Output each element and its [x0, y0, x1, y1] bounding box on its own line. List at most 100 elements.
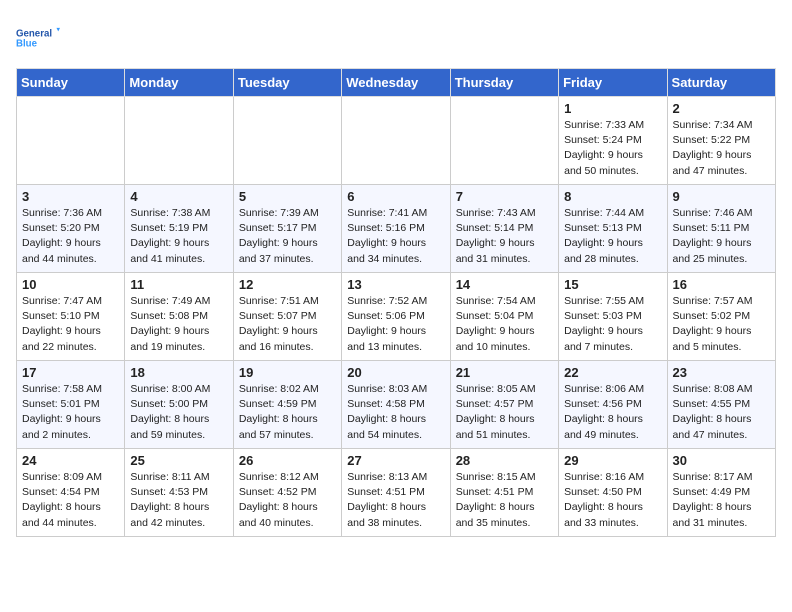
day-number: 23: [673, 365, 770, 380]
day-detail: Sunrise: 7:46 AM Sunset: 5:11 PM Dayligh…: [673, 206, 770, 267]
empty-cell: [125, 97, 233, 185]
day-number: 4: [130, 189, 227, 204]
day-detail: Sunrise: 7:41 AM Sunset: 5:16 PM Dayligh…: [347, 206, 444, 267]
week-row: 1 Sunrise: 7:33 AM Sunset: 5:24 PM Daylig…: [17, 97, 776, 185]
day-cell-29: 29Sunrise: 8:16 AM Sunset: 4:50 PM Dayli…: [559, 449, 667, 537]
day-detail: Sunrise: 8:08 AM Sunset: 4:55 PM Dayligh…: [673, 382, 770, 443]
day-number: 18: [130, 365, 227, 380]
day-number: 10: [22, 277, 119, 292]
day-number: 16: [673, 277, 770, 292]
day-cell-9: 9 Sunrise: 7:46 AM Sunset: 5:11 PM Daylig…: [667, 185, 775, 273]
day-number: 19: [239, 365, 336, 380]
day-header-sunday: Sunday: [17, 69, 125, 97]
calendar-header-row: SundayMondayTuesdayWednesdayThursdayFrid…: [17, 69, 776, 97]
page-header: General Blue: [16, 16, 776, 60]
day-number: 7: [456, 189, 553, 204]
day-number: 1: [564, 101, 661, 116]
day-detail: Sunrise: 8:00 AM Sunset: 5:00 PM Dayligh…: [130, 382, 227, 443]
day-detail: Sunrise: 8:02 AM Sunset: 4:59 PM Dayligh…: [239, 382, 336, 443]
day-number: 20: [347, 365, 444, 380]
day-cell-25: 25 Sunrise: 8:11 AM Sunset: 4:53 PM Dayli…: [125, 449, 233, 537]
day-detail: Sunrise: 7:54 AM Sunset: 5:04 PM Dayligh…: [456, 294, 553, 355]
day-cell-22: 22 Sunrise: 8:06 AM Sunset: 4:56 PM Dayli…: [559, 361, 667, 449]
day-cell-13: 13 Sunrise: 7:52 AM Sunset: 5:06 PM Dayli…: [342, 273, 450, 361]
day-detail: Sunrise: 7:43 AM Sunset: 5:14 PM Dayligh…: [456, 206, 553, 267]
day-detail: Sunrise: 8:03 AM Sunset: 4:58 PM Dayligh…: [347, 382, 444, 443]
day-number: 15: [564, 277, 661, 292]
day-header-friday: Friday: [559, 69, 667, 97]
day-cell-30: 30 Sunrise: 8:17 AM Sunset: 4:49 PM Dayli…: [667, 449, 775, 537]
day-header-saturday: Saturday: [667, 69, 775, 97]
day-detail: Sunrise: 8:12 AM Sunset: 4:52 PM Dayligh…: [239, 470, 336, 531]
day-number: 28: [456, 453, 553, 468]
day-cell-12: 12 Sunrise: 7:51 AM Sunset: 5:07 PM Dayli…: [233, 273, 341, 361]
day-number: 5: [239, 189, 336, 204]
day-cell-3: 3Sunrise: 7:36 AM Sunset: 5:20 PM Daylig…: [17, 185, 125, 273]
day-detail: Sunrise: 8:06 AM Sunset: 4:56 PM Dayligh…: [564, 382, 661, 443]
day-number: 21: [456, 365, 553, 380]
day-detail: Sunrise: 7:34 AM Sunset: 5:22 PM Dayligh…: [673, 118, 770, 179]
day-header-tuesday: Tuesday: [233, 69, 341, 97]
week-row: 17 Sunrise: 7:58 AM Sunset: 5:01 PM Dayli…: [17, 361, 776, 449]
day-detail: Sunrise: 7:51 AM Sunset: 5:07 PM Dayligh…: [239, 294, 336, 355]
day-cell-17: 17 Sunrise: 7:58 AM Sunset: 5:01 PM Dayli…: [17, 361, 125, 449]
day-detail: Sunrise: 7:39 AM Sunset: 5:17 PM Dayligh…: [239, 206, 336, 267]
day-number: 17: [22, 365, 119, 380]
day-cell-15: 15 Sunrise: 7:55 AM Sunset: 5:03 PM Dayli…: [559, 273, 667, 361]
day-cell-18: 18 Sunrise: 8:00 AM Sunset: 5:00 PM Dayli…: [125, 361, 233, 449]
day-cell-6: 6 Sunrise: 7:41 AM Sunset: 5:16 PM Daylig…: [342, 185, 450, 273]
week-row: 24 Sunrise: 8:09 AM Sunset: 4:54 PM Dayli…: [17, 449, 776, 537]
day-detail: Sunrise: 8:09 AM Sunset: 4:54 PM Dayligh…: [22, 470, 119, 531]
day-number: 12: [239, 277, 336, 292]
day-cell-10: 10 Sunrise: 7:47 AM Sunset: 5:10 PM Dayli…: [17, 273, 125, 361]
day-number: 25: [130, 453, 227, 468]
day-cell-27: 27 Sunrise: 8:13 AM Sunset: 4:51 PM Dayli…: [342, 449, 450, 537]
day-detail: Sunrise: 7:33 AM Sunset: 5:24 PM Dayligh…: [564, 118, 661, 179]
day-number: 6: [347, 189, 444, 204]
day-detail: Sunrise: 8:15 AM Sunset: 4:51 PM Dayligh…: [456, 470, 553, 531]
day-number: 30: [673, 453, 770, 468]
day-cell-21: 21 Sunrise: 8:05 AM Sunset: 4:57 PM Dayli…: [450, 361, 558, 449]
day-detail: Sunrise: 7:58 AM Sunset: 5:01 PM Dayligh…: [22, 382, 119, 443]
day-header-wednesday: Wednesday: [342, 69, 450, 97]
day-number: 14: [456, 277, 553, 292]
empty-cell: [233, 97, 341, 185]
day-detail: Sunrise: 7:47 AM Sunset: 5:10 PM Dayligh…: [22, 294, 119, 355]
day-number: 22: [564, 365, 661, 380]
day-cell-11: 11Sunrise: 7:49 AM Sunset: 5:08 PM Dayli…: [125, 273, 233, 361]
day-detail: Sunrise: 8:11 AM Sunset: 4:53 PM Dayligh…: [130, 470, 227, 531]
day-detail: Sunrise: 8:17 AM Sunset: 4:49 PM Dayligh…: [673, 470, 770, 531]
day-number: 11: [130, 277, 227, 292]
day-cell-1: 1 Sunrise: 7:33 AM Sunset: 5:24 PM Daylig…: [559, 97, 667, 185]
day-cell-23: 23 Sunrise: 8:08 AM Sunset: 4:55 PM Dayli…: [667, 361, 775, 449]
day-cell-4: 4Sunrise: 7:38 AM Sunset: 5:19 PM Daylig…: [125, 185, 233, 273]
week-row: 10 Sunrise: 7:47 AM Sunset: 5:10 PM Dayli…: [17, 273, 776, 361]
day-cell-26: 26 Sunrise: 8:12 AM Sunset: 4:52 PM Dayli…: [233, 449, 341, 537]
day-number: 8: [564, 189, 661, 204]
day-detail: Sunrise: 7:52 AM Sunset: 5:06 PM Dayligh…: [347, 294, 444, 355]
day-cell-16: 16 Sunrise: 7:57 AM Sunset: 5:02 PM Dayli…: [667, 273, 775, 361]
day-detail: Sunrise: 8:16 AM Sunset: 4:50 PM Dayligh…: [564, 470, 661, 531]
day-detail: Sunrise: 7:55 AM Sunset: 5:03 PM Dayligh…: [564, 294, 661, 355]
logo: General Blue: [16, 16, 60, 60]
day-cell-19: 19 Sunrise: 8:02 AM Sunset: 4:59 PM Dayli…: [233, 361, 341, 449]
day-number: 27: [347, 453, 444, 468]
day-header-thursday: Thursday: [450, 69, 558, 97]
day-cell-20: 20 Sunrise: 8:03 AM Sunset: 4:58 PM Dayli…: [342, 361, 450, 449]
day-cell-8: 8 Sunrise: 7:44 AM Sunset: 5:13 PM Daylig…: [559, 185, 667, 273]
day-cell-28: 28 Sunrise: 8:15 AM Sunset: 4:51 PM Dayli…: [450, 449, 558, 537]
day-number: 24: [22, 453, 119, 468]
day-detail: Sunrise: 8:05 AM Sunset: 4:57 PM Dayligh…: [456, 382, 553, 443]
empty-cell: [342, 97, 450, 185]
day-number: 2: [673, 101, 770, 116]
day-cell-2: 2 Sunrise: 7:34 AM Sunset: 5:22 PM Daylig…: [667, 97, 775, 185]
day-detail: Sunrise: 8:13 AM Sunset: 4:51 PM Dayligh…: [347, 470, 444, 531]
day-number: 9: [673, 189, 770, 204]
day-detail: Sunrise: 7:44 AM Sunset: 5:13 PM Dayligh…: [564, 206, 661, 267]
day-number: 26: [239, 453, 336, 468]
day-number: 13: [347, 277, 444, 292]
day-cell-7: 7 Sunrise: 7:43 AM Sunset: 5:14 PM Daylig…: [450, 185, 558, 273]
day-detail: Sunrise: 7:57 AM Sunset: 5:02 PM Dayligh…: [673, 294, 770, 355]
logo-svg: General Blue: [16, 16, 60, 60]
day-detail: Sunrise: 7:36 AM Sunset: 5:20 PM Dayligh…: [22, 206, 119, 267]
